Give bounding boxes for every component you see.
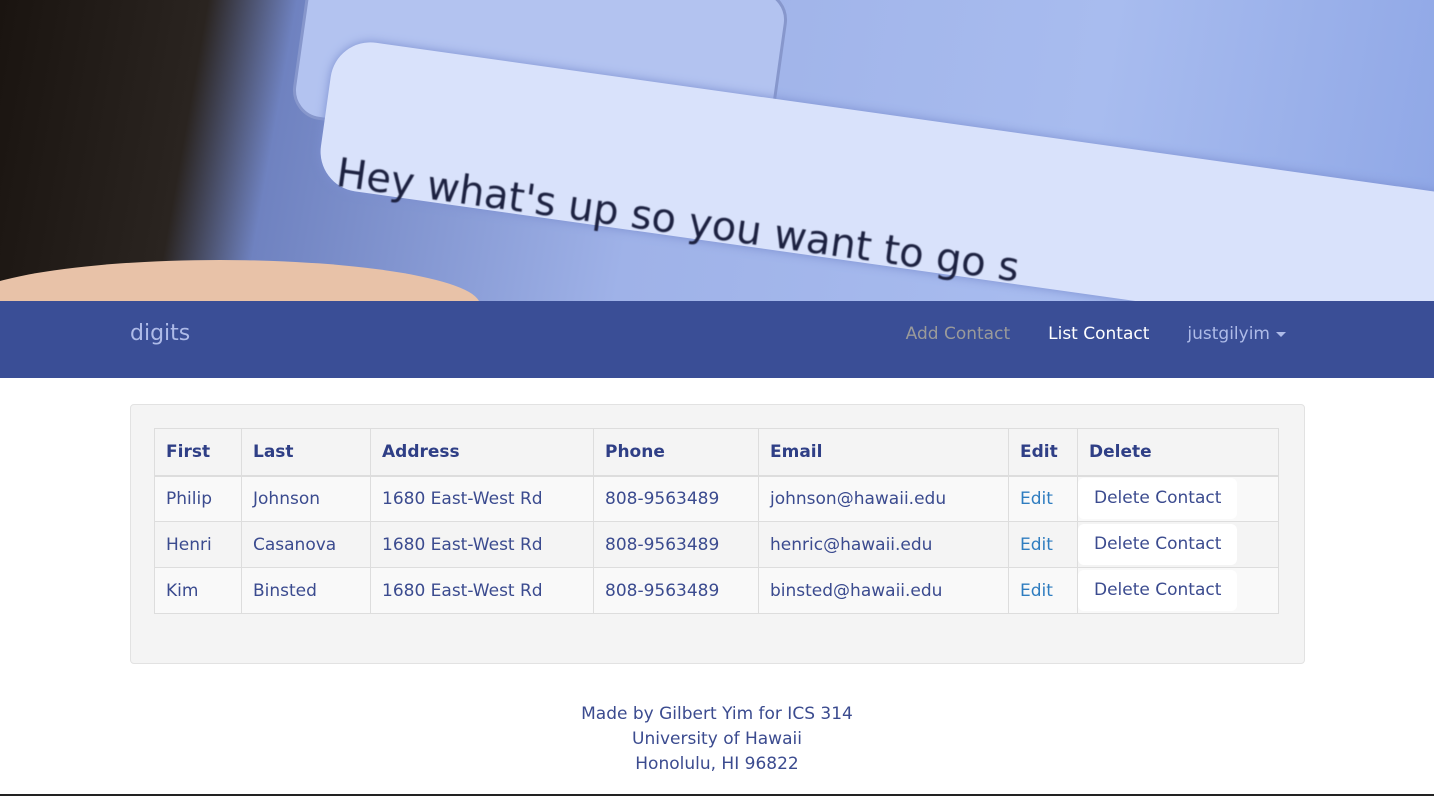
cell-phone: 808-9563489 (593, 521, 759, 568)
header-email: Email (758, 428, 1009, 477)
brand-link[interactable]: digits (130, 321, 190, 346)
header-first: First (154, 428, 242, 477)
cell-first: Kim (154, 567, 242, 614)
cell-address: 1680 East-West Rd (370, 521, 594, 568)
user-name: justgilyim (1187, 324, 1270, 344)
delete-contact-button[interactable]: Delete Contact (1078, 524, 1238, 565)
delete-contact-button[interactable]: Delete Contact (1078, 478, 1238, 520)
nav-list-contact[interactable]: List Contact (1048, 324, 1149, 344)
cell-email: johnson@hawaii.edu (758, 475, 1009, 522)
hero-banner: Hey what's up so you want to go s (0, 0, 1434, 301)
edit-link[interactable]: Edit (1008, 521, 1078, 568)
cell-address: 1680 East-West Rd (370, 475, 594, 522)
cell-email: henric@hawaii.edu (758, 521, 1009, 568)
contacts-panel: First Last Address Phone Email Edit Dele… (130, 404, 1305, 664)
footer-location: Honolulu, HI 96822 (635, 754, 799, 774)
navbar: digits Add Contact List Contact justgily… (0, 301, 1434, 378)
cell-address: 1680 East-West Rd (370, 567, 594, 614)
edit-link[interactable]: Edit (1008, 567, 1078, 614)
header-edit: Edit (1008, 428, 1078, 477)
nav-add-contact[interactable]: Add Contact (906, 324, 1010, 344)
header-phone: Phone (593, 428, 759, 477)
cell-email: binsted@hawaii.edu (758, 567, 1009, 614)
footer-university: University of Hawaii (632, 729, 802, 749)
table-row: Henri Casanova 1680 East-West Rd 808-956… (154, 521, 1279, 568)
cell-phone: 808-9563489 (593, 567, 759, 614)
header-delete: Delete (1077, 428, 1279, 477)
header-last: Last (241, 428, 371, 477)
footer-credit: Made by Gilbert Yim for ICS 314 (581, 704, 853, 724)
hero-finger (0, 260, 480, 301)
header-address: Address (370, 428, 594, 477)
cell-last: Binsted (241, 567, 371, 614)
user-dropdown[interactable]: justgilyim (1187, 324, 1286, 344)
contacts-table: First Last Address Phone Email Edit Dele… (154, 428, 1279, 614)
footer: Made by Gilbert Yim for ICS 314 Universi… (0, 702, 1434, 777)
table-row: Philip Johnson 1680 East-West Rd 808-956… (154, 475, 1279, 522)
table-header-row: First Last Address Phone Email Edit Dele… (154, 428, 1279, 477)
delete-contact-button[interactable]: Delete Contact (1078, 570, 1238, 611)
caret-down-icon (1276, 331, 1286, 337)
table-row: Kim Binsted 1680 East-West Rd 808-956348… (154, 567, 1279, 614)
cell-last: Johnson (241, 475, 371, 522)
cell-phone: 808-9563489 (593, 475, 759, 522)
edit-link[interactable]: Edit (1008, 475, 1078, 522)
cell-first: Henri (154, 521, 242, 568)
cell-first: Philip (154, 475, 242, 522)
cell-last: Casanova (241, 521, 371, 568)
